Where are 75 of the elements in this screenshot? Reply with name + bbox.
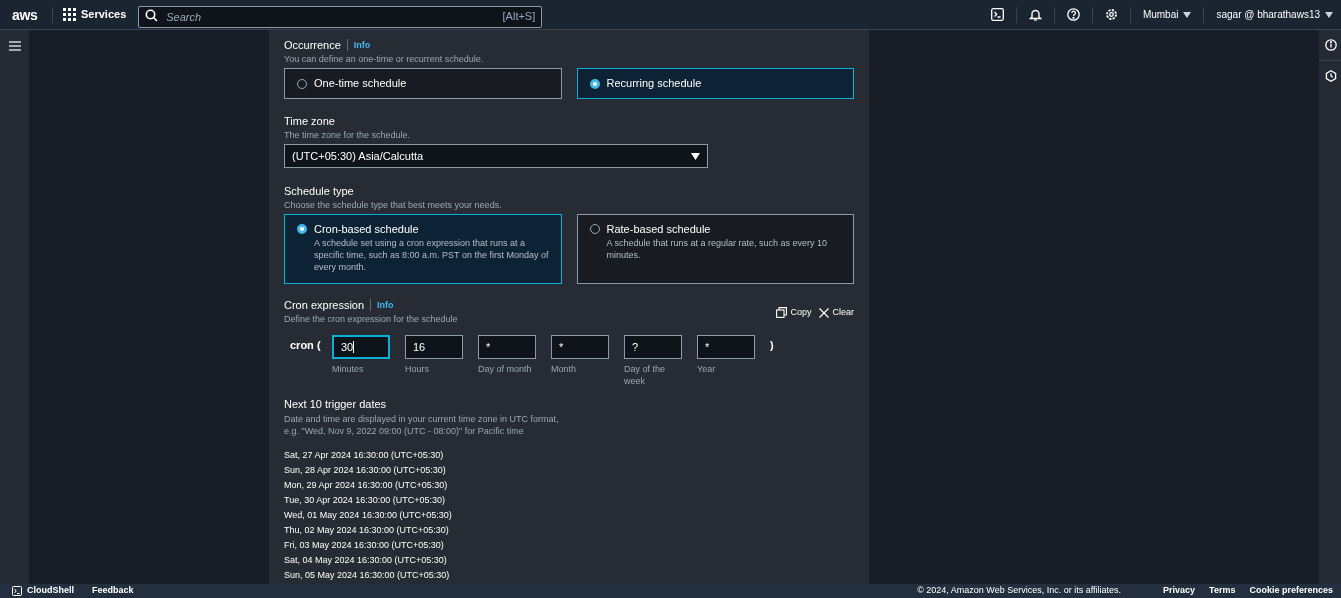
section-description: The time zone for the schedule. bbox=[284, 129, 412, 141]
schedule-option-card[interactable]: One-time schedule bbox=[284, 68, 562, 99]
footer-link[interactable]: Cookie preferences bbox=[1249, 584, 1333, 598]
help-icon[interactable] bbox=[1066, 8, 1080, 21]
schedule-type-card[interactable]: Cron-based schedule A schedule set using a cron expression that runs at a specific time, such as 8:00 a.m. PST on the first Monday of every month. bbox=[284, 214, 562, 284]
terminal-icon bbox=[12, 586, 22, 596]
trigger-date: Fri, 03 May 2024 16:30:00 (UTC+05:30) bbox=[284, 539, 445, 552]
section-label: Occurrence bbox=[284, 38, 341, 52]
section-description: Define the cron expression for the schedule bbox=[284, 313, 458, 325]
option-description: A schedule that runs at a regular rate, such as every 10 minutes. bbox=[606, 237, 829, 261]
region-menu[interactable]: Mumbai bbox=[1142, 7, 1192, 22]
logo[interactable]: aws bbox=[12, 7, 42, 22]
cron-field[interactable]: ? bbox=[624, 335, 682, 359]
info-link[interactable]: Info bbox=[377, 298, 394, 312]
footer-link[interactable]: Terms bbox=[1209, 584, 1236, 598]
caret-icon bbox=[691, 152, 700, 160]
trigger-date: Thu, 02 May 2024 16:30:00 (UTC+05:30) bbox=[284, 524, 450, 537]
info-link[interactable]: Info bbox=[353, 38, 371, 52]
services-button[interactable]: Services bbox=[63, 6, 127, 23]
cron-field[interactable]: 16 bbox=[405, 335, 463, 359]
field-label: Hours bbox=[405, 363, 430, 375]
notifications-icon[interactable] bbox=[1028, 8, 1042, 21]
radio-button[interactable] bbox=[297, 224, 307, 234]
schedule-option-card[interactable]: Recurring schedule bbox=[576, 68, 854, 99]
trigger-date: Mon, 29 Apr 2024 16:30:00 (UTC+05:30) bbox=[284, 479, 449, 492]
keyboard-shortcut: [Alt+S] bbox=[502, 8, 536, 24]
grid-icon bbox=[63, 8, 76, 21]
time-zone-select[interactable]: (UTC+05:30) Asia/Calcutta bbox=[284, 144, 708, 168]
cron-prefix: cron ( bbox=[290, 338, 322, 352]
field-label: Month bbox=[551, 363, 577, 375]
field-label: Minutes bbox=[332, 363, 365, 375]
cron-field[interactable]: * bbox=[478, 335, 536, 359]
trigger-date: Sun, 28 Apr 2024 16:30:00 (UTC+05:30) bbox=[284, 464, 447, 477]
cron-field[interactable]: * bbox=[697, 335, 755, 359]
schedule-type-card[interactable]: Rate-based schedule A schedule that runs at a regular rate, such as every 10 minutes. bbox=[576, 214, 854, 284]
section-label: Next 10 trigger dates bbox=[284, 397, 388, 411]
text-cursor bbox=[353, 341, 355, 353]
section-label: Time zone bbox=[284, 114, 335, 128]
footer-link[interactable]: Privacy bbox=[1163, 584, 1196, 598]
section-description: Date and time are displayed in your current time zone in UTC format, e.g. "Wed, Nov 9, 2022 09:00 (UTC - 08:00)" for Pacific time bbox=[284, 413, 560, 437]
trigger-date: Wed, 01 May 2024 16:30:00 (UTC+05:30) bbox=[284, 509, 453, 522]
clear-button[interactable]: Clear bbox=[819, 306, 854, 320]
option-label: Cron-based schedule bbox=[314, 222, 420, 236]
option-label: One-time schedule bbox=[314, 76, 407, 92]
search-icon bbox=[145, 8, 159, 22]
caret-icon bbox=[1183, 11, 1192, 18]
section-label: Cron expression bbox=[284, 298, 365, 312]
terminal-icon[interactable] bbox=[990, 8, 1004, 21]
cron-field[interactable]: 30 bbox=[332, 335, 390, 359]
caret-icon bbox=[1325, 11, 1333, 18]
cloudshell-link[interactable]: CloudShell bbox=[27, 584, 74, 598]
section-description: You can define an one-time or recurrent schedule. bbox=[284, 53, 485, 65]
trigger-date: Tue, 30 Apr 2024 16:30:00 (UTC+05:30) bbox=[284, 494, 447, 507]
section-description: Choose the schedule type that best meets your needs. bbox=[284, 199, 503, 211]
field-label: Day of month bbox=[478, 363, 533, 375]
radio-button[interactable] bbox=[589, 78, 600, 89]
feedback-link[interactable]: Feedback bbox=[92, 584, 134, 598]
settings-icon[interactable] bbox=[1104, 8, 1118, 21]
option-description: A schedule set using a cron expression that runs at a specific time, such as 8:00 a.m. PST on the first Monday of every month. bbox=[314, 237, 550, 273]
trigger-date: Sat, 04 May 2024 16:30:00 (UTC+05:30) bbox=[284, 554, 448, 567]
copy-icon bbox=[776, 307, 788, 319]
option-label: Rate-based schedule bbox=[606, 222, 712, 236]
cron-field[interactable]: * bbox=[551, 335, 609, 359]
trigger-date: Sun, 05 May 2024 16:30:00 (UTC+05:30) bbox=[284, 569, 451, 582]
trigger-date: Sat, 27 Apr 2024 16:30:00 (UTC+05:30) bbox=[284, 449, 445, 462]
account-menu[interactable]: sagar @ bharathaws13 bbox=[1216, 7, 1333, 22]
close-icon bbox=[819, 307, 830, 318]
option-label: Recurring schedule bbox=[606, 76, 702, 92]
field-label: Day of the week bbox=[624, 363, 667, 387]
cron-suffix: ) bbox=[770, 338, 774, 352]
section-label: Schedule type bbox=[284, 184, 354, 198]
copyright-text: © 2024, Amazon Web Services, Inc. or its affiliates. bbox=[917, 584, 1122, 598]
copy-button[interactable]: Copy bbox=[776, 306, 812, 320]
menu-icon[interactable] bbox=[8, 40, 21, 51]
field-label: Year bbox=[697, 363, 717, 375]
